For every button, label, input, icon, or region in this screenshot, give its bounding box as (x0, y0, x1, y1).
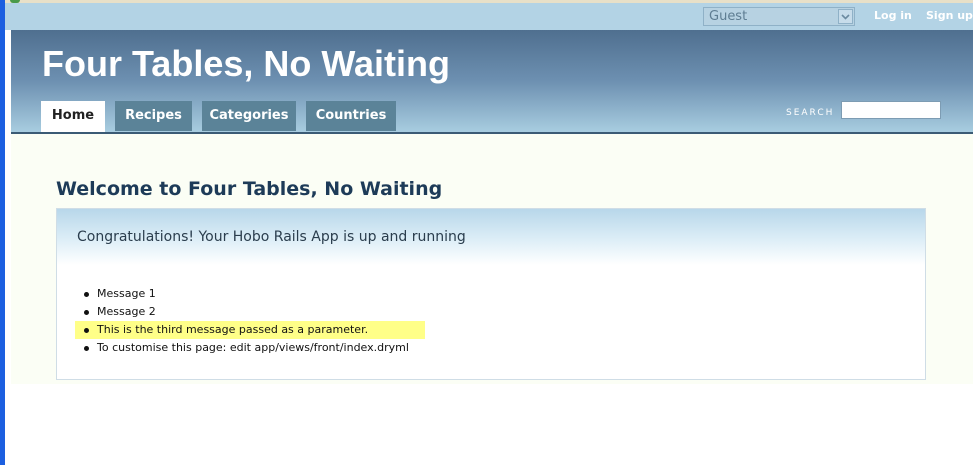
message-text: Message 1 (97, 287, 156, 300)
message-list: Message 1 Message 2 This is the third me… (75, 285, 425, 357)
site-header: Four Tables, No Waiting Home Recipes Cat… (11, 30, 973, 133)
user-select-value: Guest (709, 9, 748, 24)
panel-header: Congratulations! Your Hobo Rails App is … (57, 209, 925, 265)
user-select[interactable]: Guest (703, 7, 855, 26)
main-content: Welcome to Four Tables, No Waiting Congr… (11, 134, 973, 384)
welcome-panel: Congratulations! Your Hobo Rails App is … (56, 208, 926, 380)
list-item-highlighted: This is the third message passed as a pa… (75, 321, 425, 339)
bullet (84, 310, 89, 315)
login-link[interactable]: Log in (874, 9, 912, 22)
signup-link[interactable]: Sign up (926, 9, 973, 22)
tab-categories[interactable]: Categories (202, 101, 296, 131)
chevron-down-icon[interactable] (838, 9, 853, 24)
list-item: Message 2 (75, 303, 425, 321)
message-text: Message 2 (97, 305, 156, 318)
page-title: Welcome to Four Tables, No Waiting (56, 178, 443, 200)
message-text: This is the third message passed as a pa… (97, 323, 369, 336)
search-input[interactable] (841, 101, 941, 119)
tab-home[interactable]: Home (41, 101, 105, 133)
panel-title: Congratulations! Your Hobo Rails App is … (77, 229, 466, 245)
tab-recipes[interactable]: Recipes (115, 101, 192, 131)
search-label: SEARCH (786, 108, 835, 118)
tab-countries[interactable]: Countries (306, 101, 396, 131)
browser-window: Guest Log in Sign up Four Tables, No Wai… (0, 0, 973, 465)
bullet (84, 346, 89, 351)
bullet (84, 292, 89, 297)
account-bar: Guest Log in Sign up (5, 3, 973, 30)
message-text: To customise this page: edit app/views/f… (97, 341, 409, 354)
list-item: Message 1 (75, 285, 425, 303)
bullet (84, 328, 89, 333)
page: Guest Log in Sign up Four Tables, No Wai… (5, 3, 973, 465)
app-name[interactable]: Four Tables, No Waiting (42, 43, 450, 85)
list-item: To customise this page: edit app/views/f… (75, 339, 425, 357)
